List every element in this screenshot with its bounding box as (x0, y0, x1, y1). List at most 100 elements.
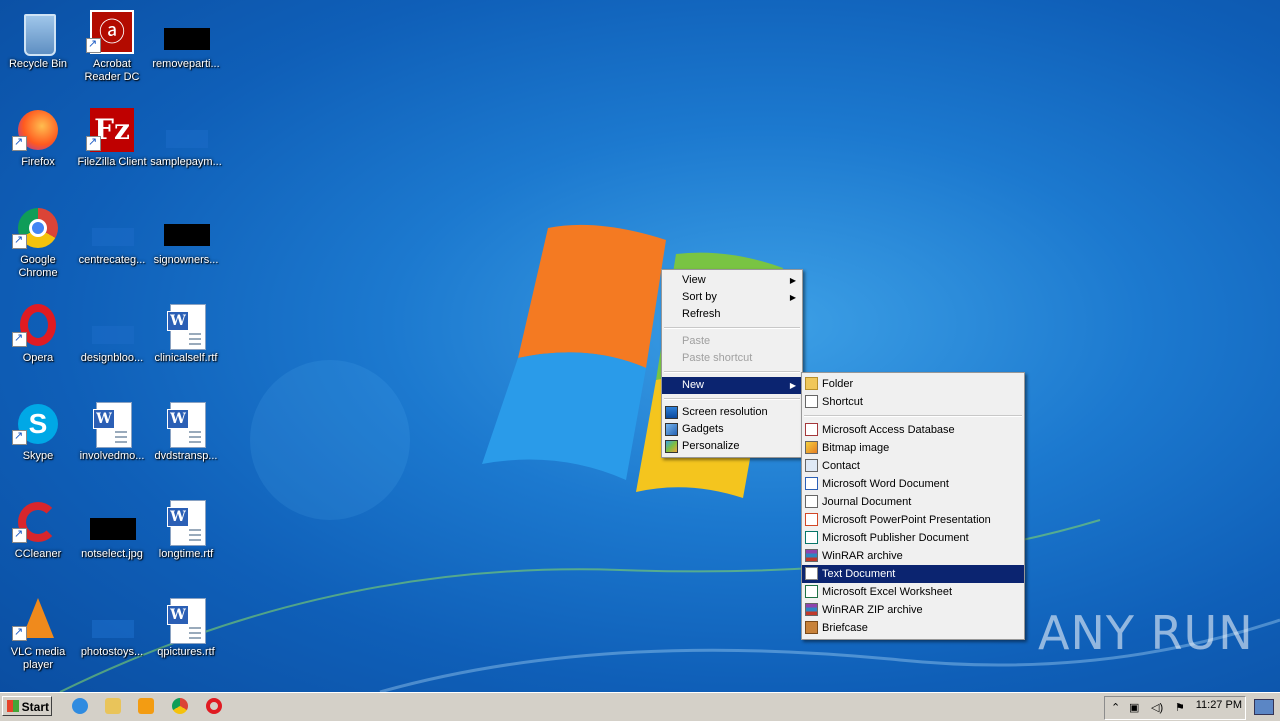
text-document-icon (805, 567, 818, 580)
opera-taskbar-icon[interactable] (206, 698, 222, 714)
start-button[interactable]: Start (2, 696, 52, 716)
word-doc-image: W (162, 302, 210, 350)
menu-item-label: WinRAR ZIP archive (822, 604, 923, 616)
windows-explorer-icon[interactable] (105, 698, 121, 714)
new-bitmap-item[interactable]: Bitmap image (802, 439, 1024, 457)
chrome-taskbar-icon[interactable] (172, 698, 188, 714)
menu-item-label: Microsoft Excel Worksheet (822, 586, 953, 598)
new-folder-item[interactable]: Folder (802, 375, 1024, 393)
word-file-icon[interactable]: W dvdstransp... (148, 396, 224, 488)
shortcut-arrow-icon (12, 135, 27, 151)
file-image (162, 8, 210, 56)
desktop-context-menu: View ▶ Sort by ▶ Refresh Paste Paste short… (661, 269, 803, 458)
taskbar: Start ⌃ ▣ ◁) ⚑ 11:27 PM (0, 692, 1280, 721)
desktop-icon-label: FileZilla Client (77, 156, 147, 168)
anyrun-watermark: ANY RUN (1038, 606, 1254, 660)
desktop-icon-label: centrecateg... (78, 254, 146, 266)
desktop-icon-label: Opera (22, 352, 54, 364)
new-journal-item[interactable]: Journal Document (802, 493, 1024, 511)
opera-icon[interactable]: Opera (0, 298, 76, 390)
gadgets-icon (665, 423, 678, 436)
menu-item-label: WinRAR archive (822, 550, 903, 562)
action-center-flag-icon[interactable]: ⚑ (1175, 701, 1185, 714)
file-icon-designbloo[interactable]: designbloo... (74, 298, 150, 390)
menu-item-label: Sort by (682, 291, 717, 303)
desktop-icon-label: samplepaym... (150, 156, 222, 168)
new-word-item[interactable]: Microsoft Word Document (802, 475, 1024, 493)
new-briefcase-item[interactable]: Briefcase (802, 619, 1024, 637)
winrar-icon (805, 549, 818, 562)
windows-flag-icon (7, 700, 19, 712)
recycle-bin-icon[interactable]: Recycle Bin (0, 4, 76, 96)
screen-resolution-icon (665, 406, 678, 419)
show-desktop-icon[interactable] (1254, 699, 1274, 715)
word-doc-image: W (162, 596, 210, 644)
new-winrar-zip-item[interactable]: WinRAR ZIP archive (802, 601, 1024, 619)
menu-item-label: Screen resolution (682, 406, 768, 418)
desktop-icon-label: designbloo... (80, 352, 144, 364)
new-excel-item[interactable]: Microsoft Excel Worksheet (802, 583, 1024, 601)
word-icon (805, 477, 818, 490)
file-icon-samplepaym[interactable]: samplepaym... (148, 102, 224, 194)
desktop-icon-label: qpictures.rtf (157, 646, 215, 658)
menu-item-refresh[interactable]: Refresh (662, 306, 802, 323)
menu-item-personalize[interactable]: Personalize (662, 438, 802, 455)
word-file-icon[interactable]: W qpictures.rtf (148, 592, 224, 684)
skype-icon[interactable]: S Skype (0, 396, 76, 488)
new-shortcut-item[interactable]: Shortcut (802, 393, 1024, 411)
menu-item-screen-resolution[interactable]: Screen resolution (662, 404, 802, 421)
new-text-document-item[interactable]: Text Document (802, 565, 1024, 583)
submenu-arrow-icon: ▶ (789, 381, 796, 390)
access-icon (805, 423, 818, 436)
bitmap-icon (805, 441, 818, 454)
word-file-icon[interactable]: W clinicalself.rtf (148, 298, 224, 390)
new-powerpoint-item[interactable]: Microsoft PowerPoint Presentation (802, 511, 1024, 529)
file-icon-signowners[interactable]: signowners... (148, 200, 224, 292)
show-hidden-icons-icon[interactable]: ⌃ (1111, 701, 1120, 714)
menu-item-label: Microsoft Publisher Document (822, 532, 969, 544)
desktop-icon-label: longtime.rtf (158, 548, 214, 560)
ccleaner-icon[interactable]: CCleaner (0, 494, 76, 586)
vlc-icon[interactable]: VLC media player (0, 592, 76, 684)
desktop-icon-label: Google Chrome (18, 254, 58, 279)
media-player-icon[interactable] (138, 698, 154, 714)
menu-separator (804, 415, 1022, 417)
network-icon[interactable]: ▣ (1129, 701, 1139, 714)
menu-separator (664, 327, 800, 329)
file-icon-centrecateg[interactable]: centrecateg... (74, 200, 150, 292)
word-file-icon[interactable]: W involvedmo... (74, 396, 150, 488)
menu-separator (664, 371, 800, 373)
new-publisher-item[interactable]: Microsoft Publisher Document (802, 529, 1024, 547)
menu-item-view[interactable]: View ▶ (662, 272, 802, 289)
start-label: Start (21, 700, 49, 714)
file-icon-photostoys[interactable]: photostoys... (74, 592, 150, 684)
word-doc-image: W (162, 498, 210, 546)
file-image (162, 204, 210, 252)
menu-item-gadgets[interactable]: Gadgets (662, 421, 802, 438)
menu-item-sort-by[interactable]: Sort by ▶ (662, 289, 802, 306)
desktop-icon-label: notselect.jpg (81, 548, 143, 560)
file-icon-removeparti[interactable]: removeparti... (148, 4, 224, 96)
menu-item-label: Journal Document (822, 496, 912, 508)
filezilla-icon[interactable]: Fz FileZilla Client (74, 102, 150, 194)
winrar-zip-icon (805, 603, 818, 616)
menu-item-label: Microsoft Access Database (822, 424, 955, 436)
chrome-icon[interactable]: Google Chrome (0, 200, 76, 292)
menu-item-label: Microsoft Word Document (822, 478, 949, 490)
clock[interactable]: 11:27 PM (1196, 699, 1242, 711)
image-file-icon[interactable]: notselect.jpg (74, 494, 150, 586)
menu-item-new[interactable]: New ▶ (662, 377, 802, 394)
volume-icon[interactable]: ◁) (1151, 701, 1163, 714)
desktop-icon-label: involvedmo... (79, 450, 145, 462)
internet-explorer-icon[interactable] (72, 698, 88, 714)
new-access-item[interactable]: Microsoft Access Database (802, 421, 1024, 439)
new-contact-item[interactable]: Contact (802, 457, 1024, 475)
new-winrar-item[interactable]: WinRAR archive (802, 547, 1024, 565)
firefox-icon[interactable]: Firefox (0, 102, 76, 194)
submenu-arrow-icon: ▶ (789, 293, 796, 302)
desktop-icon-label: removeparti... (152, 58, 220, 70)
word-file-icon[interactable]: W longtime.rtf (148, 494, 224, 586)
desktop-icon-label: Skype (22, 450, 54, 462)
menu-item-label: Paste shortcut (682, 352, 753, 364)
acrobat-reader-icon[interactable]: ⓐ Acrobat Reader DC (74, 4, 150, 96)
